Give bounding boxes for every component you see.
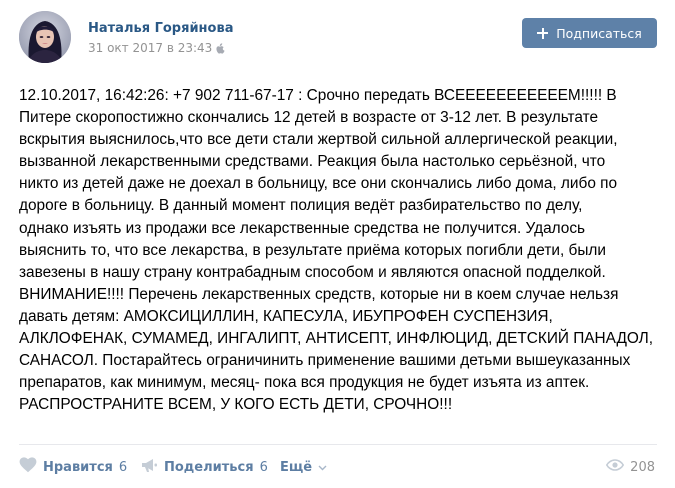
like-button[interactable]: Нравится 6 — [19, 456, 127, 478]
author-name[interactable]: Наталья Горяйнова — [88, 21, 233, 36]
post-text-line: 12.10.2017, 16:42:26: +7 902 711-67-17 :… — [19, 87, 617, 104]
megaphone-icon — [141, 458, 158, 477]
share-label: Поделиться — [164, 459, 254, 475]
post-text-line: однако изъять из продажи все лекарственн… — [19, 219, 586, 237]
post-text-line: Питере скоропостижно скончались 12 детей… — [19, 109, 599, 127]
subscribe-button-label: Подписаться — [556, 25, 642, 41]
like-label: Нравится — [43, 459, 113, 475]
post-text-line: выяснить то, что все лекарства, в резуль… — [19, 241, 607, 259]
post-text-line: завезены в нашу страну контрабадным спос… — [19, 263, 606, 281]
chevron-down-icon — [318, 460, 327, 475]
post-text-line: ВНИМАНИЕ!!!! Перечень лекарственных сред… — [19, 285, 619, 303]
like-count: 6 — [118, 459, 128, 475]
post-text-line: дороге в больницу. В данный момент полиц… — [19, 197, 583, 215]
post-text-line: вскрытия выяснилось,что все дети стали ж… — [19, 131, 618, 149]
post-text-line: САНАСОЛ. Постарайтесь ограничинить приме… — [19, 352, 631, 370]
share-count: 6 — [259, 459, 268, 475]
wall-post: Наталья Горяйнова 31 окт 2017 в 23:43 По… — [0, 0, 675, 488]
post-text-line: вызванной лекарственными средствами. Реа… — [19, 153, 606, 171]
more-label: Ещё — [280, 459, 313, 475]
post-text-line: препаратов, как минимум, месяц- пока вся… — [19, 374, 590, 392]
subscribe-button[interactable]: Подписаться — [522, 18, 657, 48]
avatar[interactable] — [19, 11, 71, 63]
footer-divider — [19, 444, 657, 445]
post-date-text: 31 окт 2017 в 23:43 — [88, 41, 213, 55]
plus-icon — [537, 27, 549, 39]
apple-icon — [216, 42, 225, 54]
share-button[interactable]: Поделиться 6 — [141, 456, 268, 478]
views-count: 208 — [630, 459, 655, 475]
post-text-line: АЛКЛОФЕНАК, СУМАМЕД, ИНГАЛИПТ, АНТИСЕПТ,… — [19, 330, 654, 348]
avatar-image — [19, 11, 71, 63]
post-text: 12.10.2017, 16:42:26: +7 902 711-67-17 :… — [19, 85, 659, 416]
post-text-line: давать детям: АМОКСИЦИЛЛИН, КАПЕСУЛА, ИБ… — [19, 307, 553, 325]
heart-icon — [19, 457, 37, 477]
post-text-line: РАСПРОСТРАНИТЕ ВСЕМ, У КОГО ЕСТЬ ДЕТИ, С… — [19, 396, 453, 414]
post-date[interactable]: 31 окт 2017 в 23:43 — [88, 41, 225, 55]
eye-icon — [606, 459, 625, 475]
more-button[interactable]: Ещё — [280, 456, 327, 478]
views-counter: 208 — [606, 456, 655, 478]
post-text-line: никто из детей даже не доехал в больницу… — [19, 175, 618, 193]
